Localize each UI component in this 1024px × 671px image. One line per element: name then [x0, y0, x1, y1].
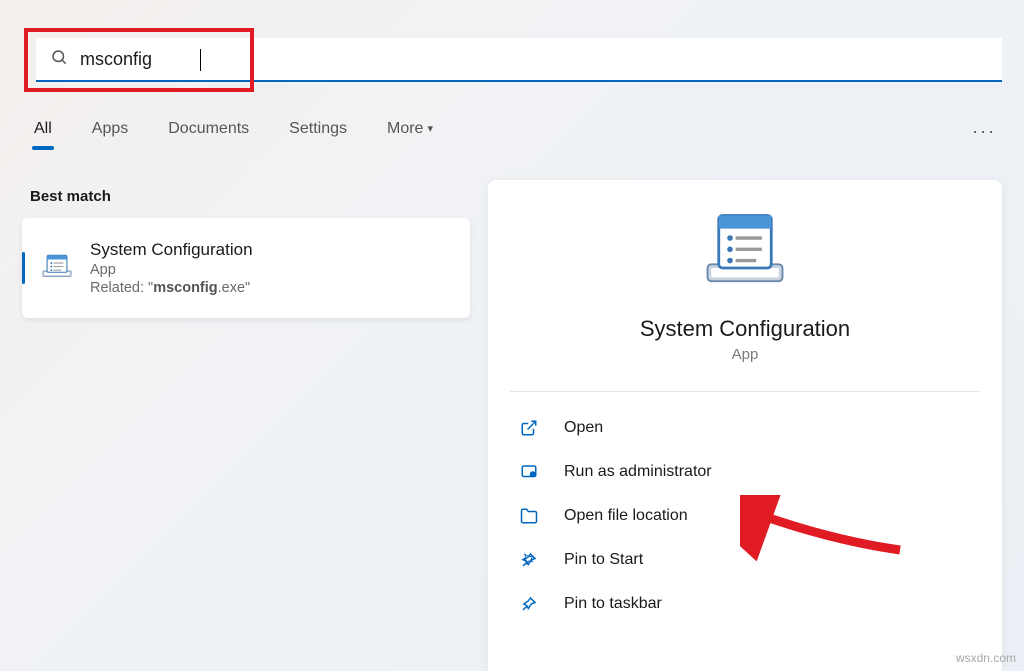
- admin-icon: [518, 461, 540, 483]
- action-pin-to-taskbar[interactable]: Pin to taskbar: [498, 582, 992, 626]
- open-icon: [518, 417, 540, 439]
- panel-subtitle: App: [732, 346, 759, 363]
- filter-tabs: All Apps Documents Settings More ▾ ···: [30, 114, 1002, 148]
- best-match-result[interactable]: System Configuration App Related: "mscon…: [22, 218, 470, 318]
- tab-more[interactable]: More ▾: [383, 114, 437, 148]
- action-pin-to-start[interactable]: Pin to Start: [498, 538, 992, 582]
- pin-icon: [518, 593, 540, 615]
- action-open-label: Open: [564, 419, 603, 437]
- text-cursor: [200, 49, 201, 71]
- tab-settings[interactable]: Settings: [285, 114, 351, 148]
- action-list: Open Run as administrator Open file loca…: [488, 406, 1002, 626]
- action-open[interactable]: Open: [498, 406, 992, 450]
- action-open-location-label: Open file location: [564, 507, 688, 525]
- search-input[interactable]: [80, 49, 988, 70]
- pin-icon: [518, 549, 540, 571]
- more-options-button[interactable]: ···: [966, 115, 1002, 148]
- search-icon: [50, 48, 68, 71]
- result-title: System Configuration: [90, 240, 253, 260]
- action-run-as-administrator[interactable]: Run as administrator: [498, 450, 992, 494]
- tab-more-label: More: [387, 120, 423, 137]
- search-bar[interactable]: [36, 38, 1002, 82]
- result-related: Related: "msconfig.exe": [90, 280, 253, 296]
- system-configuration-icon-large: [700, 208, 790, 298]
- action-pin-start-label: Pin to Start: [564, 551, 643, 569]
- tab-apps[interactable]: Apps: [88, 114, 132, 148]
- chevron-down-icon: ▾: [427, 123, 433, 135]
- watermark: wsxdn.com: [956, 651, 1016, 665]
- action-open-file-location[interactable]: Open file location: [498, 494, 992, 538]
- folder-icon: [518, 505, 540, 527]
- tab-all[interactable]: All: [30, 114, 56, 148]
- system-configuration-icon: [40, 251, 74, 285]
- divider: [510, 391, 980, 392]
- tab-documents[interactable]: Documents: [164, 114, 253, 148]
- action-pin-taskbar-label: Pin to taskbar: [564, 595, 662, 613]
- action-run-admin-label: Run as administrator: [564, 463, 712, 481]
- panel-title: System Configuration: [640, 316, 850, 342]
- section-best-match-label: Best match: [30, 188, 111, 205]
- result-type: App: [90, 262, 253, 278]
- panel-header: System Configuration App: [488, 208, 1002, 391]
- details-panel: System Configuration App Open Run as adm…: [488, 180, 1002, 671]
